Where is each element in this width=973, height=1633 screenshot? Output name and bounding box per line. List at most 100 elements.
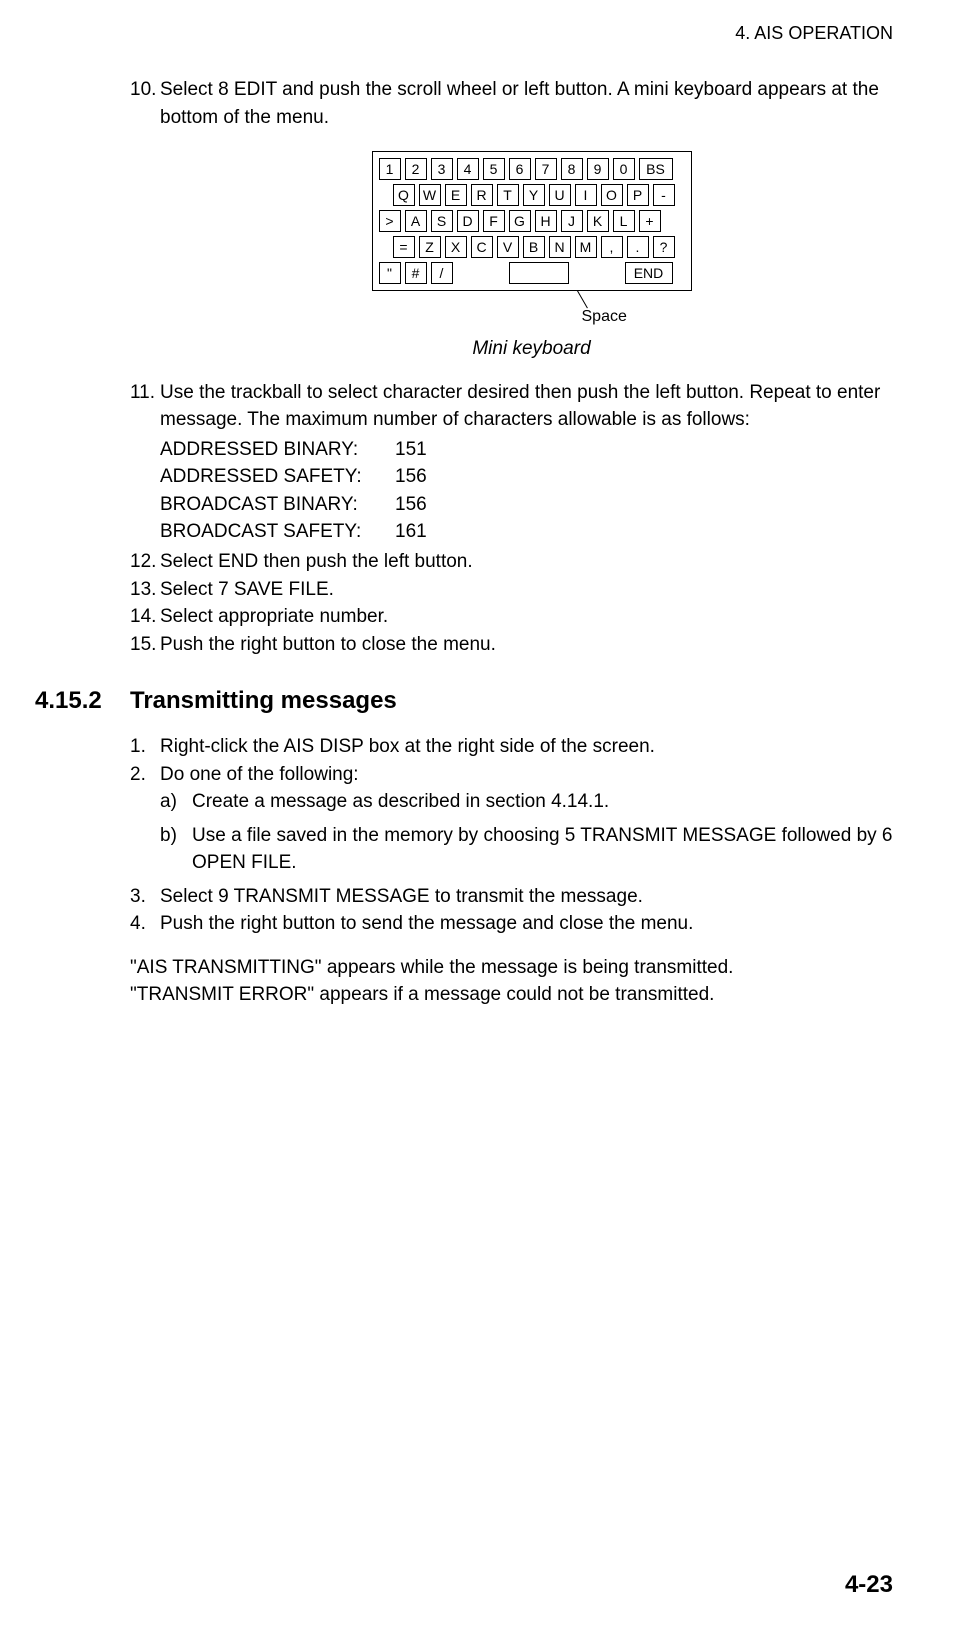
- step-text: Push the right button to close the menu.: [160, 631, 933, 659]
- key: E: [445, 184, 467, 206]
- key: J: [561, 210, 583, 232]
- section-heading: 4.15.2 Transmitting messages: [0, 684, 933, 719]
- step-12: 12. Select END then push the left button…: [130, 548, 933, 576]
- tx-step-2b: b) Use a file saved in the memory by cho…: [160, 822, 933, 877]
- row-gap: [457, 262, 505, 284]
- key: C: [471, 236, 493, 258]
- page: 4. AIS OPERATION 10. Select 8 EDIT and p…: [0, 0, 973, 1633]
- kb-row-5: " # / END: [379, 262, 685, 284]
- tx-step-3: 3. Select 9 TRANSMIT MESSAGE to transmit…: [130, 883, 933, 911]
- section-number: 4.15.2: [35, 684, 130, 719]
- step-number: 4.: [130, 910, 160, 938]
- step-number: 13.: [130, 576, 160, 604]
- key: 1: [379, 158, 401, 180]
- key: 4: [457, 158, 479, 180]
- limit-label: ADDRESSED SAFETY:: [160, 463, 395, 491]
- key: ,: [601, 236, 623, 258]
- key: Q: [393, 184, 415, 206]
- step-text: Select END then push the left button.: [160, 548, 933, 576]
- limit-value: 151: [395, 436, 427, 464]
- step-11: 11. Use the trackball to select characte…: [130, 379, 933, 548]
- key: 0: [613, 158, 635, 180]
- step-text: Select 8 EDIT and push the scroll wheel …: [160, 76, 933, 131]
- key: W: [419, 184, 441, 206]
- step-number: 11.: [130, 379, 160, 548]
- step-number: 12.: [130, 548, 160, 576]
- key: ": [379, 262, 401, 284]
- key-backspace: BS: [639, 158, 673, 180]
- closing-paragraph: "AIS TRANSMITTING" appears while the mes…: [130, 954, 933, 1009]
- step-number: 3.: [130, 883, 160, 911]
- key: /: [431, 262, 453, 284]
- key: =: [393, 236, 415, 258]
- key: #: [405, 262, 427, 284]
- closing-line-2: "TRANSMIT ERROR" appears if a message co…: [130, 981, 933, 1009]
- key-end: END: [625, 262, 673, 284]
- sub-step-letter: b): [160, 822, 192, 877]
- key: N: [549, 236, 571, 258]
- row-indent: [379, 184, 389, 206]
- key: >: [379, 210, 401, 232]
- key: A: [405, 210, 427, 232]
- kb-row-1: 1 2 3 4 5 6 7 8 9 0 BS: [379, 158, 685, 180]
- step-10: 10. Select 8 EDIT and push the scroll wh…: [130, 76, 933, 131]
- key: 7: [535, 158, 557, 180]
- tx-step-2-sublist: a) Create a message as described in sect…: [130, 788, 933, 877]
- key: 2: [405, 158, 427, 180]
- key: B: [523, 236, 545, 258]
- key: 6: [509, 158, 531, 180]
- limit-label: BROADCAST SAFETY:: [160, 518, 395, 546]
- page-number: 4-23: [845, 1568, 893, 1603]
- limit-row: BROADCAST BINARY: 156: [160, 491, 933, 519]
- step-text: Right-click the AIS DISP box at the righ…: [160, 733, 933, 761]
- kb-row-3: > A S D F G H J K L +: [379, 210, 685, 232]
- step-text: Do one of the following:: [160, 761, 933, 789]
- tx-step-1: 1. Right-click the AIS DISP box at the r…: [130, 733, 933, 761]
- running-header: 4. AIS OPERATION: [0, 20, 973, 46]
- mini-keyboard: 1 2 3 4 5 6 7 8 9 0 BS Q W E R: [372, 151, 692, 291]
- limit-row: ADDRESSED BINARY: 151: [160, 436, 933, 464]
- limit-value: 156: [395, 491, 427, 519]
- key: T: [497, 184, 519, 206]
- key: K: [587, 210, 609, 232]
- key: M: [575, 236, 597, 258]
- key: O: [601, 184, 623, 206]
- limit-label: ADDRESSED BINARY:: [160, 436, 395, 464]
- key: F: [483, 210, 505, 232]
- figure-caption: Mini keyboard: [130, 335, 933, 363]
- limit-value: 161: [395, 518, 427, 546]
- main-content: 10. Select 8 EDIT and push the scroll wh…: [0, 76, 973, 1009]
- step-14: 14. Select appropriate number.: [130, 603, 933, 631]
- character-limits-table: ADDRESSED BINARY: 151 ADDRESSED SAFETY: …: [160, 436, 933, 546]
- step-15: 15. Push the right button to close the m…: [130, 631, 933, 659]
- limit-row: BROADCAST SAFETY: 161: [160, 518, 933, 546]
- limit-label: BROADCAST BINARY:: [160, 491, 395, 519]
- tx-step-2: 2. Do one of the following:: [130, 761, 933, 789]
- sub-step-text: Create a message as described in section…: [192, 788, 933, 816]
- section-title: Transmitting messages: [130, 684, 397, 719]
- step-text: Push the right button to send the messag…: [160, 910, 933, 938]
- keyboard-callout: Space: [372, 295, 692, 325]
- sub-step-letter: a): [160, 788, 192, 816]
- key: 9: [587, 158, 609, 180]
- step-text: Use the trackball to select character de…: [160, 379, 933, 548]
- key: Y: [523, 184, 545, 206]
- callout-label: Space: [582, 305, 627, 328]
- key: 3: [431, 158, 453, 180]
- key: -: [653, 184, 675, 206]
- step-13: 13. Select 7 SAVE FILE.: [130, 576, 933, 604]
- key: S: [431, 210, 453, 232]
- key: Z: [419, 236, 441, 258]
- kb-row-4: = Z X C V B N M , . ?: [379, 236, 685, 258]
- row-gap: [573, 262, 621, 284]
- step-11-intro: Use the trackball to select character de…: [160, 382, 880, 431]
- key: 5: [483, 158, 505, 180]
- mini-keyboard-figure: 1 2 3 4 5 6 7 8 9 0 BS Q W E R: [372, 151, 692, 325]
- sub-step-text: Use a file saved in the memory by choosi…: [192, 822, 933, 877]
- tx-step-4: 4. Push the right button to send the mes…: [130, 910, 933, 938]
- step-text: Select 7 SAVE FILE.: [160, 576, 933, 604]
- key: P: [627, 184, 649, 206]
- step-number: 15.: [130, 631, 160, 659]
- limit-row: ADDRESSED SAFETY: 156: [160, 463, 933, 491]
- step-number: 2.: [130, 761, 160, 789]
